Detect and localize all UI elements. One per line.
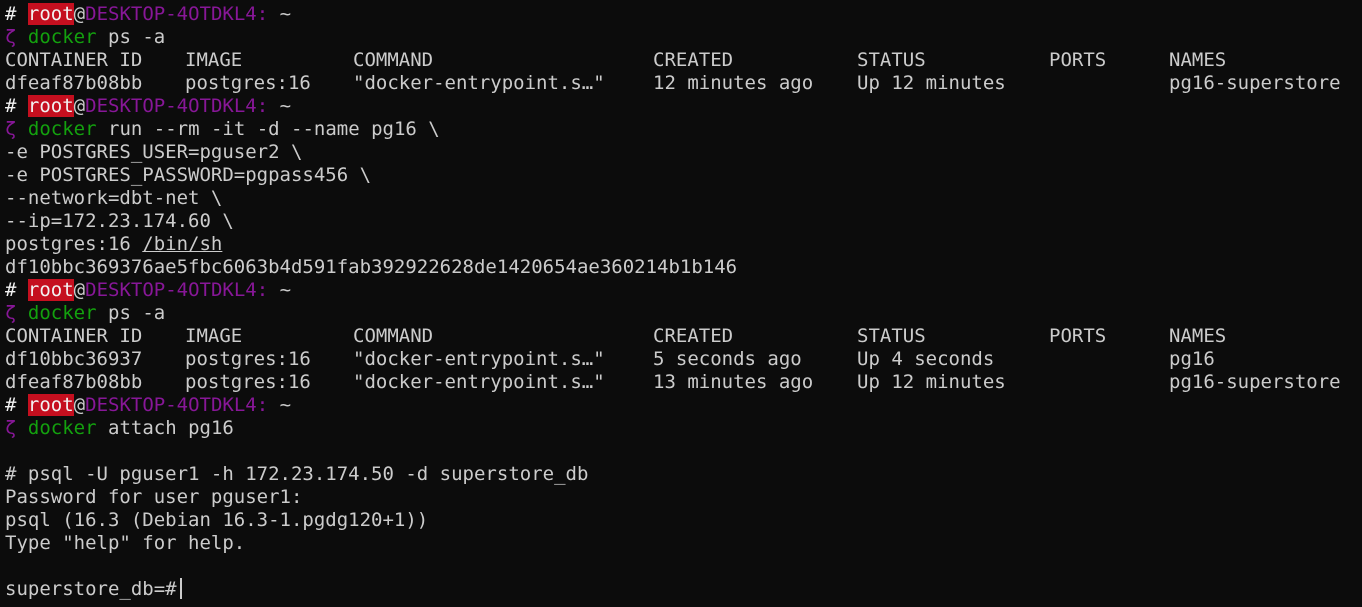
- ps-row: df10bbc36937 postgres:16 "docker-entrypo…: [0, 348, 1362, 371]
- prompt-symbol: ζ: [5, 417, 17, 439]
- ps-cell-names: pg16-superstore: [1169, 371, 1341, 393]
- ps-row: dfeaf87b08bb postgres:16 "docker-entrypo…: [0, 371, 1362, 394]
- ps-cell-image: postgres:16: [185, 72, 311, 94]
- output-line: # psql -U pguser1 -h 172.23.174.50 -d su…: [5, 463, 589, 485]
- ps-cell-created: 5 seconds ago: [653, 348, 802, 370]
- prompt-symbol: ζ: [5, 118, 17, 140]
- ps-cell-status: Up 4 seconds: [857, 348, 995, 370]
- run-shell-path: /bin/sh: [142, 233, 223, 255]
- ps-header-image: IMAGE: [185, 325, 243, 347]
- ps-header-status: STATUS: [857, 325, 926, 347]
- prompt-at: @: [73, 394, 86, 416]
- ps-cell-command: "docker-entrypoint.s…": [353, 348, 605, 370]
- prompt-line: # root@DESKTOP-4OTDKL4: ~: [0, 3, 1362, 26]
- ps-header-created: CREATED: [653, 49, 734, 71]
- ps-header-container-id: CONTAINER ID: [5, 325, 143, 347]
- ps-cell-status: Up 12 minutes: [857, 72, 1006, 94]
- ps-header-ports: PORTS: [1049, 49, 1107, 71]
- ps-header-names: NAMES: [1169, 325, 1227, 347]
- prompt-at: @: [73, 3, 86, 25]
- command-name: docker: [27, 26, 97, 48]
- command-args: ps -a: [108, 26, 166, 48]
- terminal-window[interactable]: # root@DESKTOP-4OTDKL4: ~ ζ docker ps -a…: [0, 0, 1362, 607]
- command-line: ζ docker attach pg16: [0, 417, 1362, 440]
- command-continuation: --network=dbt-net \: [5, 187, 223, 209]
- prompt-hash: #: [5, 279, 17, 301]
- prompt-user: root: [27, 3, 74, 25]
- run-image: postgres:16: [5, 233, 131, 255]
- prompt-path: ~: [279, 394, 292, 416]
- prompt-user: root: [27, 95, 74, 117]
- ps-header-names: NAMES: [1169, 49, 1227, 71]
- output-line: Type "help" for help.: [5, 532, 246, 554]
- prompt-path: ~: [279, 279, 292, 301]
- prompt-hash: #: [5, 95, 17, 117]
- prompt-path: ~: [279, 95, 292, 117]
- prompt-at: @: [73, 95, 86, 117]
- ps-header-row: CONTAINER ID IMAGE COMMAND CREATED STATU…: [0, 49, 1362, 72]
- prompt-host: DESKTOP-4OTDKL4:: [85, 279, 269, 301]
- output-line: Password for user pguser1:: [5, 486, 303, 508]
- prompt-user: root: [27, 279, 74, 301]
- command-line: ζ docker run --rm -it -d --name pg16 \: [0, 118, 1362, 141]
- command-name: docker: [27, 118, 97, 140]
- ps-header-row: CONTAINER ID IMAGE COMMAND CREATED STATU…: [0, 325, 1362, 348]
- ps-header-image: IMAGE: [185, 49, 243, 71]
- prompt-line: # root@DESKTOP-4OTDKL4: ~: [0, 95, 1362, 118]
- ps-cell-container-id: dfeaf87b08bb: [5, 371, 143, 393]
- ps-cell-command: "docker-entrypoint.s…": [353, 371, 605, 393]
- psql-prompt: superstore_db=#: [5, 578, 177, 600]
- prompt-at: @: [73, 279, 86, 301]
- ps-header-command: COMMAND: [353, 325, 434, 347]
- ps-cell-image: postgres:16: [185, 348, 311, 370]
- ps-cell-container-id: df10bbc36937: [5, 348, 143, 370]
- prompt-line: # root@DESKTOP-4OTDKL4: ~: [0, 279, 1362, 302]
- ps-cell-created: 13 minutes ago: [653, 371, 814, 393]
- ps-cell-command: "docker-entrypoint.s…": [353, 72, 605, 94]
- ps-header-container-id: CONTAINER ID: [5, 49, 143, 71]
- ps-cell-names: pg16-superstore: [1169, 72, 1341, 94]
- prompt-line: # root@DESKTOP-4OTDKL4: ~: [0, 394, 1362, 417]
- container-hash-output: df10bbc369376ae5fbc6063b4d591fab39292262…: [5, 256, 738, 278]
- command-continuation: --ip=172.23.174.60 \: [5, 210, 234, 232]
- text-cursor[interactable]: [179, 578, 182, 599]
- command-args: ps -a: [108, 302, 166, 324]
- prompt-host: DESKTOP-4OTDKL4:: [85, 95, 269, 117]
- prompt-hash: #: [5, 3, 17, 25]
- ps-cell-created: 12 minutes ago: [653, 72, 814, 94]
- ps-cell-names: pg16: [1169, 348, 1215, 370]
- ps-header-status: STATUS: [857, 49, 926, 71]
- ps-header-created: CREATED: [653, 325, 734, 347]
- ps-header-ports: PORTS: [1049, 325, 1107, 347]
- command-name: docker: [27, 302, 97, 324]
- ps-row: dfeaf87b08bb postgres:16 "docker-entrypo…: [0, 72, 1362, 95]
- prompt-hash: #: [5, 394, 17, 416]
- prompt-host: DESKTOP-4OTDKL4:: [85, 394, 269, 416]
- ps-cell-status: Up 12 minutes: [857, 371, 1006, 393]
- command-args: run --rm -it -d --name pg16 \: [108, 118, 440, 140]
- prompt-symbol: ζ: [5, 26, 17, 48]
- prompt-user: root: [27, 394, 74, 416]
- command-line: ζ docker ps -a: [0, 302, 1362, 325]
- command-line: ζ docker ps -a: [0, 26, 1362, 49]
- ps-cell-image: postgres:16: [185, 371, 311, 393]
- prompt-symbol: ζ: [5, 302, 17, 324]
- ps-cell-container-id: dfeaf87b08bb: [5, 72, 143, 94]
- psql-prompt-line[interactable]: superstore_db=#: [0, 578, 1362, 601]
- output-line: psql (16.3 (Debian 16.3-1.pgdg120+1)): [5, 509, 429, 531]
- command-args: attach pg16: [108, 417, 234, 439]
- command-continuation: -e POSTGRES_PASSWORD=pgpass456 \: [5, 164, 372, 186]
- command-name: docker: [27, 417, 97, 439]
- command-continuation: postgres:16 /bin/sh: [0, 233, 1362, 256]
- prompt-path: ~: [279, 3, 292, 25]
- ps-header-command: COMMAND: [353, 49, 434, 71]
- command-continuation: -e POSTGRES_USER=pguser2 \: [5, 141, 303, 163]
- prompt-host: DESKTOP-4OTDKL4:: [85, 3, 269, 25]
